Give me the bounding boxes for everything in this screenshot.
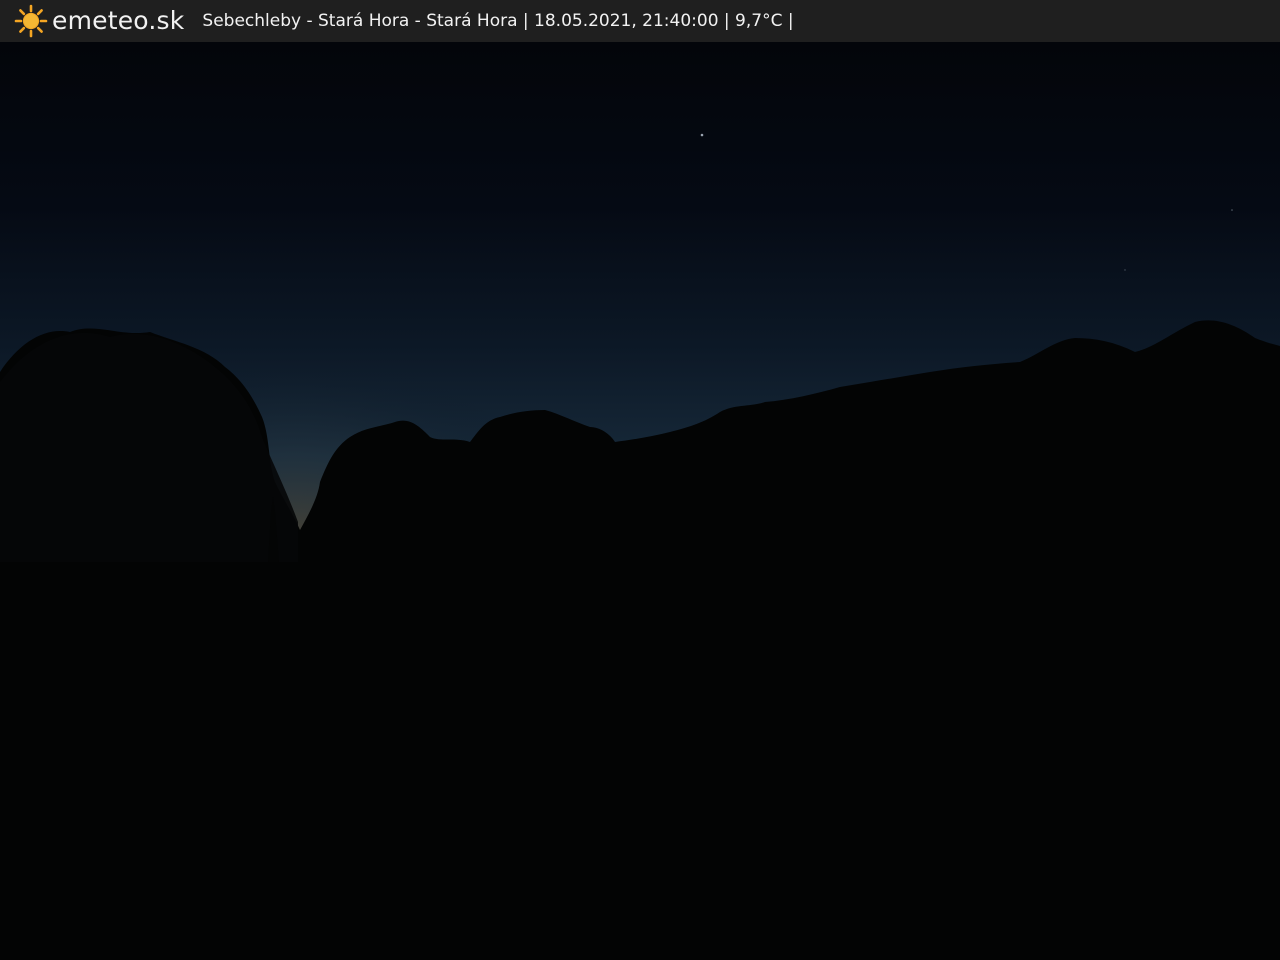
sun-icon[interactable] [14,4,48,38]
star [1124,269,1126,271]
header-bar: emeteo.sk Sebechleby - Stará Hora - Star… [0,0,1280,42]
webcam-image [0,42,1280,960]
star [700,133,704,137]
webcam-caption: Sebechleby - Stará Hora - Stará Hora | 1… [202,11,794,31]
star [1231,209,1233,211]
brand-logo-text[interactable]: emeteo.sk [52,0,184,42]
